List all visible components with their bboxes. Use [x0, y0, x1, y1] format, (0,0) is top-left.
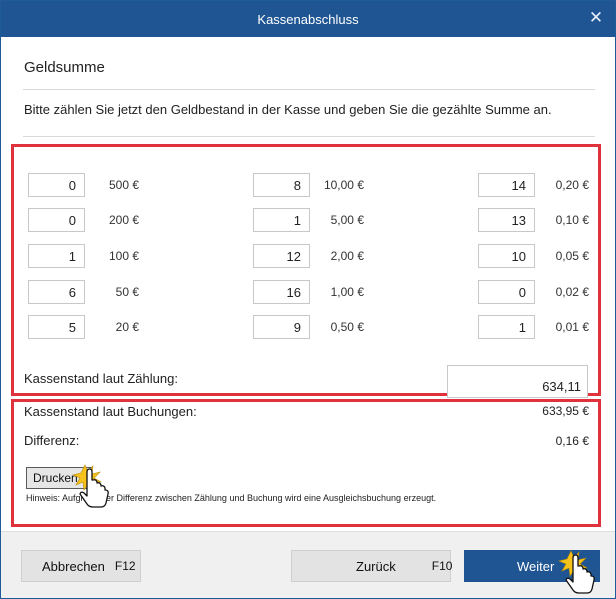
count-input-1[interactable] [253, 280, 310, 304]
hint-text: Hinweis: Aufgrund der Differenz zwischen… [26, 493, 437, 503]
denomination-row: 20 € [28, 315, 139, 339]
count-input-0-10[interactable] [478, 208, 535, 232]
count-total-field[interactable] [447, 365, 588, 398]
difference-value: 0,16 € [555, 434, 589, 448]
denomination-row: 0,02 € [478, 280, 589, 304]
denomination-row: 5,00 € [253, 208, 364, 232]
divider [23, 136, 595, 137]
denomination-label: 5,00 € [330, 213, 364, 227]
booking-total-value: 633,95 € [542, 404, 589, 418]
denomination-label: 500 € [108, 178, 139, 192]
denomination-row: 500 € [28, 173, 139, 197]
cancel-label: Abbrechen [42, 558, 105, 574]
denomination-row: 2,00 € [253, 244, 364, 268]
next-button[interactable]: Weiter [464, 550, 600, 582]
denomination-row: 10,00 € [253, 173, 364, 197]
count-input-500[interactable] [28, 173, 85, 197]
count-input-0-02[interactable] [478, 280, 535, 304]
cancel-button[interactable]: Abbrechen F12 [21, 550, 141, 582]
denomination-label: 0,50 € [330, 320, 364, 334]
count-input-0-50[interactable] [253, 315, 310, 339]
intro-text: Bitte zählen Sie jetzt den Geldbestand i… [24, 102, 552, 117]
denomination-row: 50 € [28, 280, 139, 304]
back-button[interactable]: Zurück F10 [291, 550, 453, 582]
count-input-200[interactable] [28, 208, 85, 232]
denomination-label: 200 € [108, 213, 139, 227]
title-bar: Kassenabschluss ✕ [1, 1, 615, 37]
denomination-label: 0,05 € [555, 249, 589, 263]
denomination-label: 10,00 € [323, 178, 364, 192]
denomination-label: 0,20 € [555, 178, 589, 192]
count-input-0-05[interactable] [478, 244, 535, 268]
divider [23, 89, 595, 90]
denomination-row: 0,20 € [478, 173, 589, 197]
cancel-shortcut: F12 [114, 559, 136, 573]
back-shortcut: F10 [431, 559, 453, 573]
print-button[interactable]: Drucken [26, 467, 92, 489]
denomination-label: 20 € [115, 320, 139, 334]
count-input-2[interactable] [253, 244, 310, 268]
close-icon[interactable]: ✕ [583, 5, 609, 31]
denomination-row: 0,50 € [253, 315, 364, 339]
denomination-label: 100 € [108, 249, 139, 263]
denomination-label: 0,10 € [555, 213, 589, 227]
denomination-row: 0,05 € [478, 244, 589, 268]
next-label: Weiter [517, 558, 555, 574]
denomination-label: 2,00 € [330, 249, 364, 263]
booking-total-label: Kassenstand laut Buchungen: [24, 404, 197, 419]
denomination-row: 0,10 € [478, 208, 589, 232]
back-label: Zurück [356, 558, 396, 574]
count-input-100[interactable] [28, 244, 85, 268]
denomination-label: 0,01 € [555, 320, 589, 334]
footer-bar: Abbrechen F12 Zurück F10 Weiter [1, 531, 615, 598]
denomination-row: 100 € [28, 244, 139, 268]
difference-label: Differenz: [24, 433, 80, 448]
count-input-0-20[interactable] [478, 173, 535, 197]
count-input-5[interactable] [253, 208, 310, 232]
denomination-label: 0,02 € [555, 285, 589, 299]
count-input-0-01[interactable] [478, 315, 535, 339]
denomination-row: 1,00 € [253, 280, 364, 304]
denomination-label: 50 € [115, 285, 139, 299]
denomination-row: 0,01 € [478, 315, 589, 339]
count-input-10[interactable] [253, 173, 310, 197]
count-total-label: Kassenstand laut Zählung: [24, 371, 178, 386]
denomination-row: 200 € [28, 208, 139, 232]
dialog-window: Kassenabschluss ✕ Geldsumme Bitte zählen… [0, 0, 616, 599]
section-title: Geldsumme [24, 59, 105, 76]
denomination-label: 1,00 € [330, 285, 364, 299]
count-input-20[interactable] [28, 315, 85, 339]
count-input-50[interactable] [28, 280, 85, 304]
window-title: Kassenabschluss [257, 11, 359, 27]
